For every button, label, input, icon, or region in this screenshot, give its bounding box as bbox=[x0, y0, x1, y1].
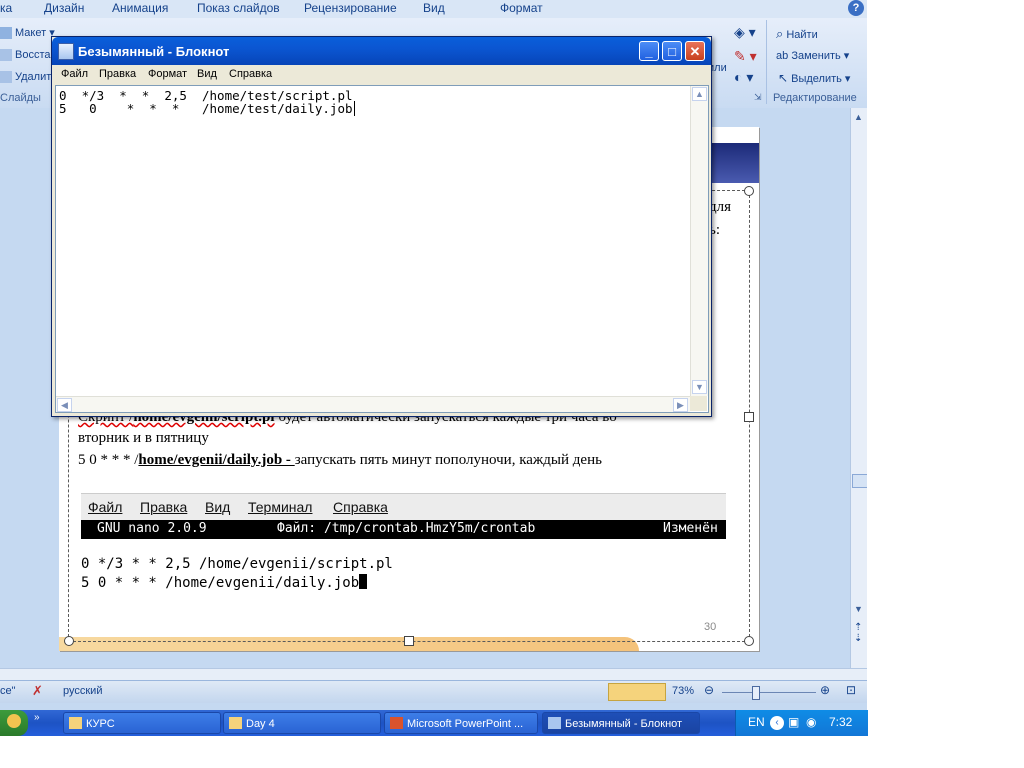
zoom-thumb[interactable] bbox=[752, 686, 760, 700]
text-cursor bbox=[353, 101, 355, 116]
binoculars-icon: ⌕ bbox=[776, 26, 784, 41]
spellcheck-icon[interactable]: ✗ bbox=[32, 683, 43, 699]
scroll-up-icon[interactable]: ▲ bbox=[854, 112, 863, 122]
group-label-editing: Редактирование bbox=[773, 92, 857, 104]
scroll-down-icon[interactable]: ▼ bbox=[854, 604, 863, 614]
window-title: Безымянный - Блокнот bbox=[78, 44, 230, 59]
notepad-titlebar[interactable]: Безымянный - Блокнот _ □ ✕ bbox=[52, 37, 711, 65]
select-button[interactable]: ↖ Выделить ▾ bbox=[778, 71, 850, 85]
language-indicator[interactable]: EN bbox=[748, 715, 765, 729]
text-editor-area[interactable]: 0 */3 * * 2,5 /home/test/script.pl 5 0 *… bbox=[55, 85, 709, 413]
folder-icon bbox=[69, 717, 82, 729]
menu-help[interactable]: Справка bbox=[229, 68, 272, 80]
menu-view[interactable]: Вид bbox=[197, 68, 217, 80]
prev-slide-icon[interactable]: ⇡ ⇣ bbox=[854, 622, 862, 644]
tab-review[interactable]: Рецензирование bbox=[304, 1, 397, 15]
task-powerpoint[interactable]: Microsoft PowerPoint ... bbox=[384, 712, 538, 734]
network-icon[interactable]: ▣ bbox=[788, 715, 799, 729]
scroll-up-icon[interactable]: ▲ bbox=[692, 87, 707, 101]
tray-expand-icon[interactable]: ‹ bbox=[770, 716, 784, 730]
tab-format[interactable]: Формат bbox=[500, 1, 543, 15]
fit-window-icon[interactable]: ⊡ bbox=[846, 683, 856, 697]
scroll-right-icon[interactable]: ▶ bbox=[673, 398, 688, 412]
dialog-launcher-icon[interactable]: ⇲ bbox=[754, 92, 762, 103]
layout-button[interactable]: Макет ▾ bbox=[0, 26, 55, 40]
shape-outline-icon[interactable]: ✎ ▾ bbox=[734, 48, 757, 65]
task-folder-kurs[interactable]: КУРС bbox=[63, 712, 221, 734]
clock[interactable]: 7:32 bbox=[829, 715, 852, 729]
quicklaunch-chevron-icon[interactable]: » bbox=[34, 712, 40, 723]
delete-slide-button[interactable]: Удалит bbox=[0, 71, 51, 84]
view-buttons[interactable] bbox=[608, 683, 666, 701]
zoom-slider[interactable]: ⊖ ⊕ bbox=[704, 683, 834, 700]
notepad-vertical-scrollbar[interactable]: ▲ ▼ bbox=[690, 86, 708, 396]
resize-handle-bottom-left[interactable] bbox=[64, 636, 74, 646]
group-label-slides: Слайды bbox=[0, 92, 41, 104]
resize-handle-bottom-right[interactable] bbox=[744, 636, 754, 646]
taskbar: » КУРС Day 4 Microsoft PowerPoint ... Бе… bbox=[0, 710, 868, 736]
status-bar: се" ✗ русский 73% ⊖ ⊕ ⊡ bbox=[0, 680, 867, 703]
start-button[interactable] bbox=[0, 710, 28, 736]
notepad-icon bbox=[548, 717, 561, 729]
tab-animation[interactable]: Анимация bbox=[112, 1, 168, 15]
notepad-window[interactable]: Безымянный - Блокнот _ □ ✕ Файл Правка Ф… bbox=[51, 36, 712, 417]
status-theme[interactable]: се" bbox=[0, 685, 16, 697]
resize-handle-top-right[interactable] bbox=[744, 186, 754, 196]
cursor-icon: ↖ bbox=[778, 71, 789, 85]
zoom-out-icon[interactable]: ⊖ bbox=[704, 683, 714, 697]
ribbon-tabs: ка Дизайн Анимация Показ слайдов Рецензи… bbox=[0, 0, 867, 18]
minimize-button[interactable]: _ bbox=[639, 41, 659, 61]
reset-icon bbox=[0, 49, 12, 62]
menu-edit[interactable]: Правка bbox=[99, 68, 136, 80]
slide-header-band bbox=[709, 143, 759, 183]
delete-icon bbox=[0, 71, 12, 84]
group-divider bbox=[766, 20, 767, 104]
system-tray: EN ‹ ▣ ◉ 7:32 bbox=[735, 710, 868, 736]
start-orb-icon bbox=[7, 714, 21, 728]
reset-button[interactable]: Восстан bbox=[0, 49, 57, 62]
notepad-menubar: Файл Правка Формат Вид Справка bbox=[52, 65, 711, 84]
resize-grip-icon[interactable] bbox=[690, 396, 707, 411]
help-icon[interactable]: ? bbox=[848, 0, 864, 16]
notepad-horizontal-scrollbar[interactable]: ◀ ▶ bbox=[56, 396, 690, 412]
vertical-scrollbar[interactable]: ▲ ▼ ⇡ ⇣ bbox=[850, 108, 867, 668]
editor-line-2: 5 0 * * * /home/test/daily.job bbox=[59, 101, 355, 116]
powerpoint-icon bbox=[390, 717, 403, 729]
zoom-in-icon[interactable]: ⊕ bbox=[820, 683, 830, 697]
layout-icon bbox=[0, 27, 12, 40]
task-folder-day4[interactable]: Day 4 bbox=[223, 712, 381, 734]
scroll-down-icon[interactable]: ▼ bbox=[692, 380, 707, 394]
shape-effects-icon[interactable]: ◐ ▾ bbox=[734, 69, 753, 86]
menu-format[interactable]: Формат bbox=[148, 68, 187, 80]
replace-icon: ab bbox=[776, 50, 789, 62]
scroll-left-icon[interactable]: ◀ bbox=[57, 398, 72, 412]
tab-view[interactable]: Вид bbox=[423, 1, 445, 15]
zoom-track[interactable] bbox=[722, 692, 816, 693]
menu-file[interactable]: Файл bbox=[61, 68, 88, 80]
replace-button[interactable]: ab Заменить ▾ bbox=[776, 49, 849, 62]
find-button[interactable]: ⌕ Найти bbox=[776, 26, 818, 42]
zoom-level[interactable]: 73% bbox=[672, 685, 694, 697]
notepad-icon[interactable] bbox=[58, 43, 74, 60]
close-button[interactable]: ✕ bbox=[685, 41, 705, 61]
folder-icon bbox=[229, 717, 242, 729]
task-notepad[interactable]: Безымянный - Блокнот bbox=[542, 712, 700, 734]
tab-slideshow[interactable]: Показ слайдов bbox=[197, 1, 280, 15]
status-language[interactable]: русский bbox=[63, 685, 102, 697]
tab-design[interactable]: Дизайн bbox=[44, 1, 84, 15]
tab-home-partial[interactable]: ка bbox=[0, 1, 12, 15]
scroll-thumb[interactable] bbox=[852, 474, 867, 488]
resize-handle-bottom[interactable] bbox=[404, 636, 414, 646]
resize-handle-right[interactable] bbox=[744, 412, 754, 422]
maximize-button[interactable]: □ bbox=[662, 41, 682, 61]
security-icon[interactable]: ◉ bbox=[806, 715, 816, 729]
shape-fill-icon[interactable]: ◈ ▾ bbox=[734, 24, 756, 41]
